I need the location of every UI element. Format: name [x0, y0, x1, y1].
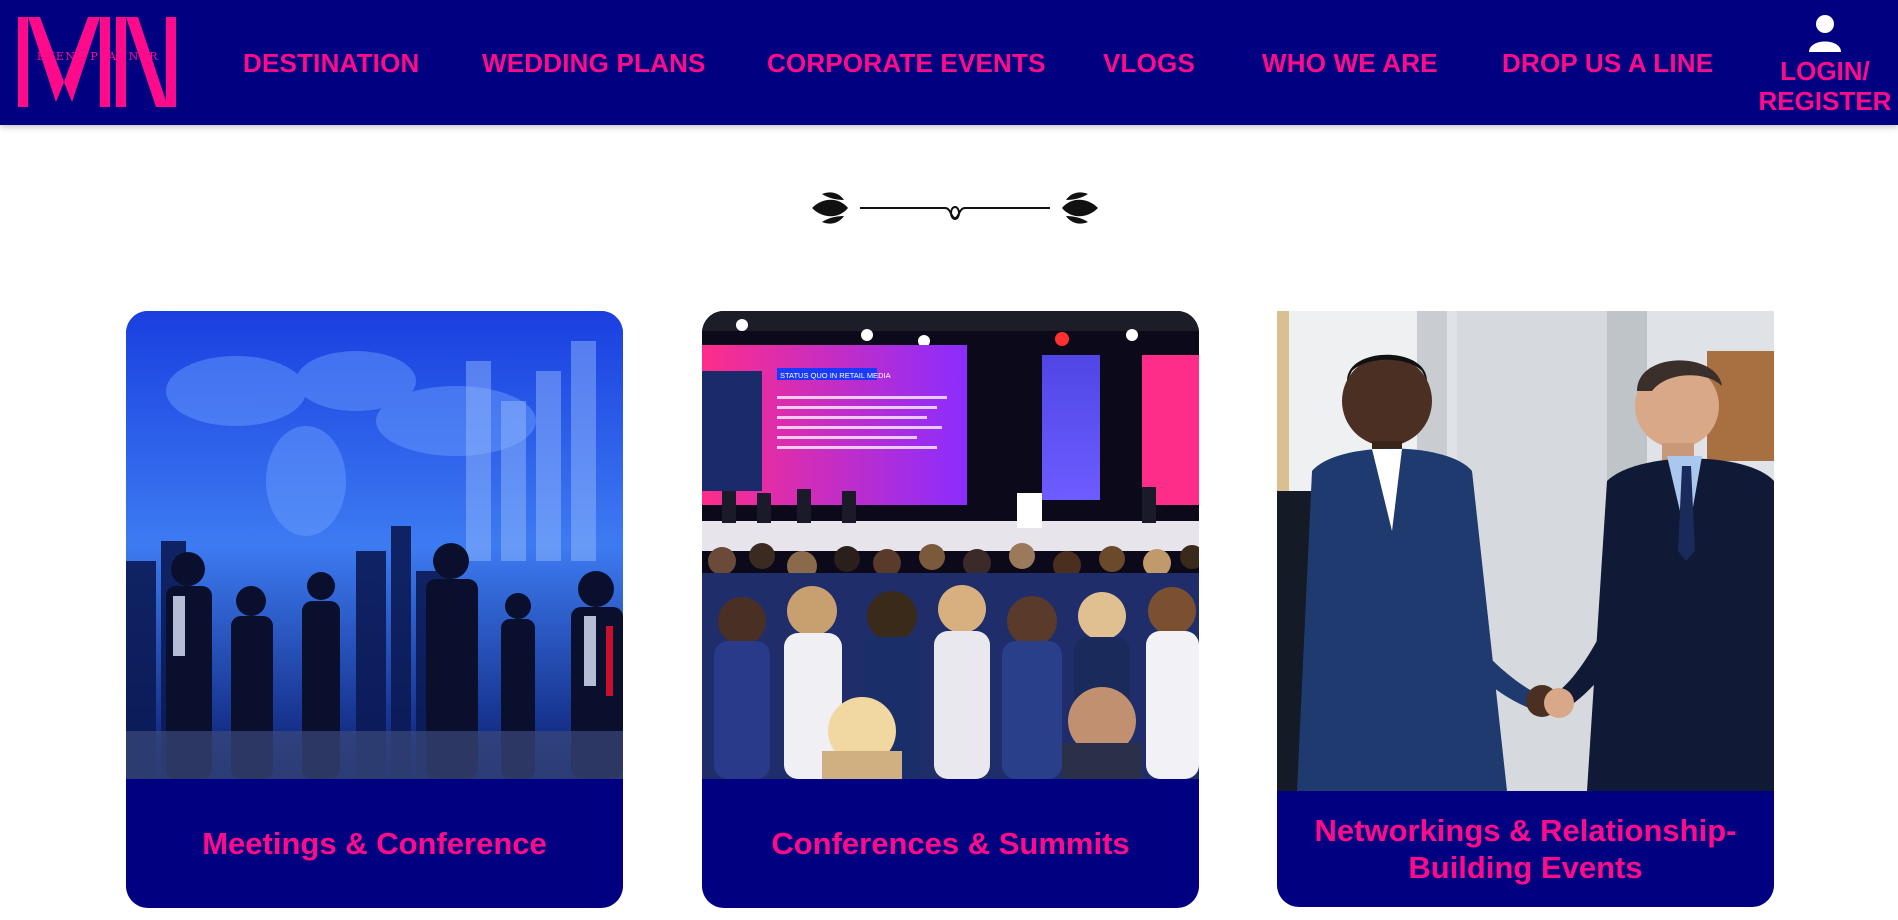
card-networking-events[interactable]: Networkings & Relationship-Building Even… — [1277, 311, 1774, 907]
user-icon — [1809, 15, 1841, 52]
business-meeting-city-image — [126, 311, 623, 779]
main-nav: DESTINATION WEDDING PLANS CORPORATE EVEN… — [0, 0, 1898, 125]
handshake-businessmen-image — [1277, 311, 1774, 791]
register-label: REGISTER — [1758, 86, 1892, 116]
ornamental-divider-icon — [812, 192, 1098, 224]
top-navbar: EVENT PLANNER DESTINATION WEDDING PLANS … — [0, 0, 1898, 125]
card-title: Networkings & Relationship-Building Even… — [1314, 813, 1737, 885]
nav-destination[interactable]: DESTINATION — [243, 48, 420, 79]
card-meetings-conference[interactable]: Meetings & Conference — [126, 311, 623, 908]
screen-headline: STATUS QUO IN RETAIL MEDIA — [780, 371, 891, 380]
nav-wedding-plans[interactable]: WEDDING PLANS — [482, 48, 706, 79]
card-title: Meetings & Conference — [202, 826, 547, 861]
nav-corporate-events[interactable]: CORPORATE EVENTS — [767, 48, 1046, 79]
nav-who-we-are[interactable]: WHO WE ARE — [1262, 48, 1438, 79]
login-label: LOGIN/ — [1780, 56, 1870, 86]
nav-vlogs[interactable]: VLOGS — [1103, 48, 1195, 79]
card-conferences-summits[interactable]: STATUS QUO IN RETAIL MEDIA Conferences &… — [702, 311, 1199, 908]
nav-drop-us-a-line[interactable]: DROP US A LINE — [1502, 48, 1713, 79]
conference-audience-stage-image: STATUS QUO IN RETAIL MEDIA — [702, 311, 1199, 779]
card-title: Conferences & Summits — [771, 826, 1130, 861]
login-register-link[interactable]: LOGIN/ REGISTER — [1755, 14, 1895, 116]
